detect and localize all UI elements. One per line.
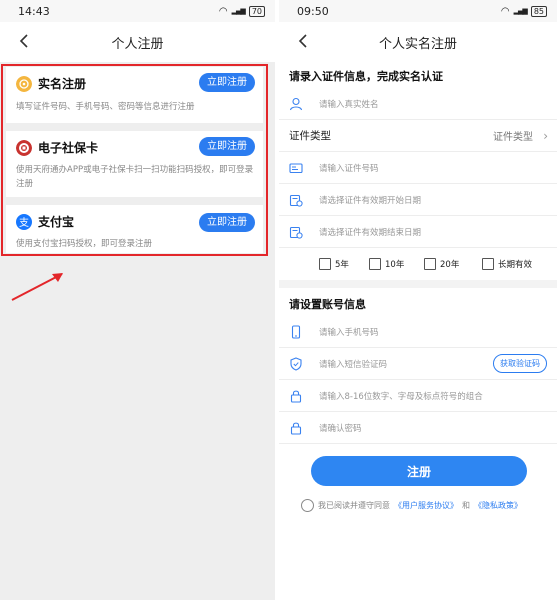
highlight-box xyxy=(1,64,268,256)
status-bar: 14:43 ◠ ▂▄▆ 70 xyxy=(0,0,275,22)
status-bar: 09:50 ◠ ▂▄▆ 85 xyxy=(279,0,557,22)
wifi-icon: ◠ xyxy=(500,5,510,17)
status-time: 09:50 xyxy=(297,4,329,18)
chevron-right-icon: › xyxy=(543,128,548,143)
lock-icon xyxy=(290,390,302,403)
valid-end-field[interactable]: 请选择证件有效期结束日期 xyxy=(279,216,557,248)
id-type-label: 证件类型 xyxy=(289,130,331,142)
signal-icon: ▂▄▆ xyxy=(231,7,246,15)
valid-start-input[interactable]: 请选择证件有效期开始日期 xyxy=(319,194,421,206)
nav-bar: 个人实名注册 xyxy=(279,22,557,62)
checkbox[interactable] xyxy=(424,258,436,270)
sms-code-field[interactable]: 请输入短信验证码 获取验证码 xyxy=(279,348,557,380)
checkbox[interactable] xyxy=(319,258,331,270)
real-name-register-screen: 09:50 ◠ ▂▄▆ 85 个人实名注册 请录入证件信息，完成实名认证 请输入… xyxy=(279,0,557,600)
wifi-icon: ◠ xyxy=(218,5,228,17)
status-icons: ◠ ▂▄▆ 70 xyxy=(218,5,265,17)
real-name-input[interactable]: 请输入真实姓名 xyxy=(319,98,379,110)
id-number-input[interactable]: 请输入证件号码 xyxy=(319,162,379,174)
validity-option-10y[interactable]: 10年 xyxy=(369,258,404,270)
register-submit-button[interactable]: 注册 xyxy=(311,456,527,486)
validity-option-5y[interactable]: 5年 xyxy=(319,258,349,270)
id-type-select[interactable]: 证件类型 证件类型 › xyxy=(279,120,557,152)
get-code-button[interactable]: 获取验证码 xyxy=(493,354,547,373)
lock-icon xyxy=(290,422,302,435)
back-arrow-icon[interactable] xyxy=(293,30,315,52)
page-title: 个人注册 xyxy=(111,36,164,52)
shield-icon xyxy=(290,356,302,371)
phone-input[interactable]: 请输入手机号码 xyxy=(319,326,379,338)
checkbox[interactable] xyxy=(482,258,494,270)
personal-register-screen: 14:43 ◠ ▂▄▆ 70 个人注册 实名注册 立即注册 填写证件号码、手机号… xyxy=(0,0,275,600)
validity-option-permanent[interactable]: 长期有效 xyxy=(482,258,532,270)
confirm-password-field[interactable]: 请确认密码 xyxy=(279,412,557,444)
calendar-icon xyxy=(289,194,303,207)
identity-section: 请录入证件信息，完成实名认证 请输入真实姓名 证件类型 证件类型 › 请输入证件… xyxy=(279,62,557,280)
phone-icon xyxy=(291,324,301,339)
privacy-policy-link[interactable]: 《隐私政策》 xyxy=(474,500,522,511)
account-section-title: 请设置账号信息 xyxy=(289,298,366,311)
nav-bar: 个人注册 xyxy=(0,22,275,62)
id-card-icon xyxy=(289,162,303,173)
battery-icon: 70 xyxy=(248,5,265,17)
validity-options: 5年 10年 20年 长期有效 xyxy=(279,250,557,278)
checkbox[interactable] xyxy=(369,258,381,270)
valid-start-field[interactable]: 请选择证件有效期开始日期 xyxy=(279,184,557,216)
real-name-field[interactable]: 请输入真实姓名 xyxy=(279,88,557,120)
annotation-arrow-icon xyxy=(11,273,63,301)
page-title: 个人实名注册 xyxy=(378,36,457,52)
valid-end-input[interactable]: 请选择证件有效期结束日期 xyxy=(319,226,421,238)
validity-option-20y[interactable]: 20年 xyxy=(424,258,459,270)
identity-section-title: 请录入证件信息，完成实名认证 xyxy=(289,70,443,83)
screenshot-root: 14:43 ◠ ▂▄▆ 70 个人注册 实名注册 立即注册 填写证件号码、手机号… xyxy=(0,0,557,600)
id-number-field[interactable]: 请输入证件号码 xyxy=(279,152,557,184)
account-section: 请设置账号信息 请输入手机号码 请输入短信验证码 获取验证码 请输入8-16位数… xyxy=(279,288,557,600)
phone-field[interactable]: 请输入手机号码 xyxy=(279,316,557,348)
status-time: 14:43 xyxy=(18,4,50,18)
password-input[interactable]: 请输入8-16位数字、字母及标点符号的组合 xyxy=(319,390,483,402)
signal-icon: ▂▄▆ xyxy=(513,7,528,15)
confirm-password-input[interactable]: 请确认密码 xyxy=(319,422,362,434)
battery-icon: 85 xyxy=(530,5,547,17)
sms-code-input[interactable]: 请输入短信验证码 xyxy=(319,358,387,370)
user-agreement-link[interactable]: 《用户服务协议》 xyxy=(394,500,458,511)
status-icons: ◠ ▂▄▆ 85 xyxy=(500,5,547,17)
agreement-row: 我已阅读并遵守同意 《用户服务协议》 和 《隐私政策》 xyxy=(301,499,522,512)
back-arrow-icon[interactable] xyxy=(14,30,36,52)
calendar-icon xyxy=(289,226,303,239)
password-field[interactable]: 请输入8-16位数字、字母及标点符号的组合 xyxy=(279,380,557,412)
id-type-value[interactable]: 证件类型 xyxy=(493,128,533,143)
person-icon xyxy=(289,97,303,110)
agree-radio[interactable] xyxy=(301,499,314,512)
